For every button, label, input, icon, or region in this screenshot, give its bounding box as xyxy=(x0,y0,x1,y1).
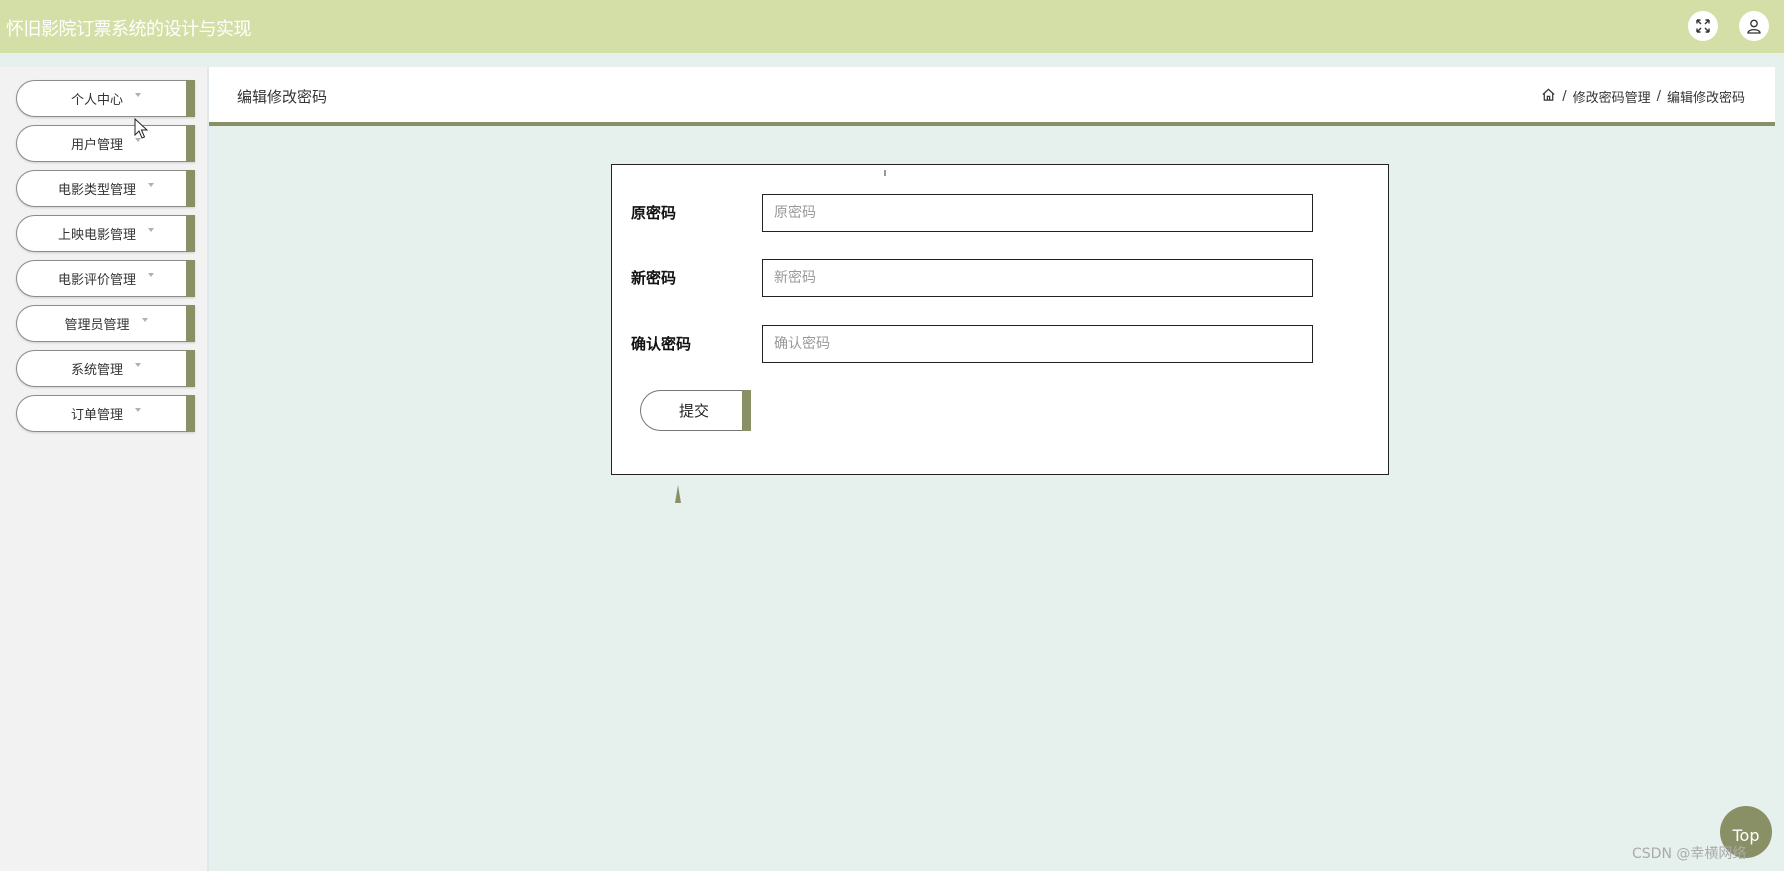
decorative-mark xyxy=(884,170,886,176)
sidebar-item-label: 管理员管理 xyxy=(64,318,130,333)
sidebar-item-movie-type-management[interactable]: 电影类型管理 xyxy=(16,170,195,207)
caret-down-icon xyxy=(141,317,148,322)
breadcrumb: / 修改密码管理 / 编辑修改密码 xyxy=(1541,87,1745,106)
sidebar-item-label: 个人中心 xyxy=(70,93,123,108)
old-password-label: 原密码 xyxy=(631,204,677,222)
sidebar-item-personal-center[interactable]: 个人中心 xyxy=(16,80,195,117)
sidebar-item-movie-review-management[interactable]: 电影评价管理 xyxy=(16,260,195,297)
old-password-input[interactable] xyxy=(762,194,1313,232)
caret-down-icon xyxy=(135,362,141,367)
breadcrumb-current: 编辑修改密码 xyxy=(1666,91,1745,106)
sidebar-item-label: 系统管理 xyxy=(70,363,123,378)
confirm-password-label: 确认密码 xyxy=(631,335,692,353)
caret-down-icon xyxy=(148,227,154,232)
sidebar-item-label: 订单管理 xyxy=(70,408,123,423)
caret-down-icon xyxy=(148,182,154,187)
decorative-marker xyxy=(675,485,681,503)
confirm-password-input[interactable] xyxy=(762,325,1313,363)
home-icon[interactable] xyxy=(1541,87,1556,106)
sidebar-item-label: 电影评价管理 xyxy=(57,273,136,288)
new-password-input[interactable] xyxy=(762,259,1313,297)
sidebar-item-system-management[interactable]: 系统管理 xyxy=(16,350,195,387)
sidebar-item-label: 用户管理 xyxy=(70,138,123,153)
user-icon[interactable] xyxy=(1739,11,1769,41)
caret-down-icon xyxy=(135,407,141,412)
sidebar: 个人中心 用户管理 电影类型管理 上映电影管理 电影评价管理 管理员管理 系统管… xyxy=(0,67,209,871)
watermark: CSDN @幸横网络 xyxy=(1632,846,1747,862)
sidebar-item-label: 上映电影管理 xyxy=(57,228,136,243)
new-password-label: 新密码 xyxy=(631,269,677,287)
sidebar-item-order-management[interactable]: 订单管理 xyxy=(16,395,195,432)
sidebar-item-showing-movie-management[interactable]: 上映电影管理 xyxy=(16,215,195,252)
breadcrumb-separator: / xyxy=(1656,89,1661,104)
caret-down-icon xyxy=(148,272,154,277)
fullscreen-icon[interactable] xyxy=(1688,11,1718,41)
page-title: 编辑修改密码 xyxy=(237,88,328,106)
app-title: 怀旧影院订票系统的设计与实现 xyxy=(6,19,252,40)
password-form: 原密码 新密码 确认密码 提交 xyxy=(611,164,1389,475)
sidebar-item-label: 电影类型管理 xyxy=(57,183,136,198)
submit-button[interactable]: 提交 xyxy=(640,390,751,431)
caret-down-icon xyxy=(135,92,141,97)
top-bar: 怀旧影院订票系统的设计与实现 xyxy=(0,0,1784,57)
back-to-top-label: Top xyxy=(1732,825,1760,845)
mouse-cursor-icon xyxy=(134,118,148,139)
breadcrumb-section[interactable]: 修改密码管理 xyxy=(1573,87,1651,106)
breadcrumb-separator: / xyxy=(1562,89,1567,104)
sidebar-item-admin-management[interactable]: 管理员管理 xyxy=(16,305,195,342)
sidebar-item-user-management[interactable]: 用户管理 xyxy=(16,125,195,162)
page-header: 编辑修改密码 / 修改密码管理 / 编辑修改密码 xyxy=(209,67,1775,126)
